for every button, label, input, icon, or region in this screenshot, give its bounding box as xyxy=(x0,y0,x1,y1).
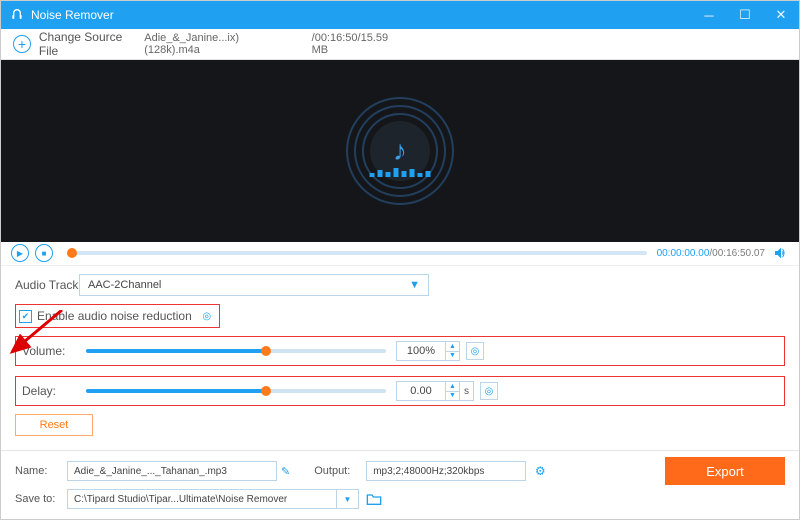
app-logo-icon xyxy=(9,7,25,23)
settings-panel: Audio Track AAC-2Channel▼ ✔ Enable audio… xyxy=(1,266,799,450)
edit-name-icon[interactable]: ✎ xyxy=(281,465,290,478)
name-field: Adie_&_Janine_..._Tahanan_.mp3 xyxy=(67,461,277,481)
source-info: /00:16:50/15.59 MB xyxy=(312,32,407,56)
bottom-panel: Name: Adie_&_Janine_..._Tahanan_.mp3 ✎ O… xyxy=(1,450,799,519)
reset-button[interactable]: Reset xyxy=(15,414,93,436)
delay-apply-icon[interactable]: ◎ xyxy=(480,382,498,400)
chevron-down-icon: ▼ xyxy=(409,279,420,291)
delay-label: Delay: xyxy=(22,384,86,398)
volume-icon[interactable] xyxy=(773,245,789,261)
source-filename: Adie_&_Janine...ix)(128k).m4a xyxy=(144,32,293,56)
change-source-button[interactable]: Change Source File xyxy=(39,30,144,58)
stop-button[interactable]: ■ xyxy=(35,244,53,262)
delay-slider[interactable] xyxy=(86,389,386,393)
delay-unit: s xyxy=(460,381,474,401)
output-field: mp3;2;48000Hz;320kbps xyxy=(366,461,526,481)
saveto-dropdown[interactable]: ▼ xyxy=(337,489,359,509)
delay-stepper[interactable]: ▲▼ xyxy=(446,381,460,401)
audio-visual-icon: ♪ xyxy=(346,97,454,205)
player-bar: ▶ ■ 00:00:00.00/00:16:50.07 xyxy=(1,242,799,266)
window-title: Noise Remover xyxy=(31,8,114,22)
open-folder-icon[interactable] xyxy=(365,491,383,507)
preview-stage: ♪ xyxy=(1,60,799,241)
change-source-icon[interactable]: + xyxy=(13,35,31,53)
equalizer-icon xyxy=(370,168,431,177)
close-button[interactable]: ✕ xyxy=(763,1,799,29)
volume-stepper[interactable]: ▲▼ xyxy=(446,341,460,361)
volume-apply-icon[interactable]: ◎ xyxy=(466,342,484,360)
play-button[interactable]: ▶ xyxy=(11,244,29,262)
window: Noise Remover ─ ☐ ✕ + Change Source File… xyxy=(0,0,800,520)
seek-slider[interactable] xyxy=(69,251,647,255)
noise-reduction-checkbox[interactable]: ✔ xyxy=(19,310,32,323)
volume-row: Volume: 100% ▲▼ ◎ xyxy=(15,336,785,366)
volume-value: 100% xyxy=(396,341,446,361)
maximize-button[interactable]: ☐ xyxy=(727,1,763,29)
noise-reduction-label: Enable audio noise reduction xyxy=(37,309,192,323)
volume-slider[interactable] xyxy=(86,349,386,353)
name-label: Name: xyxy=(15,465,67,477)
saveto-label: Save to: xyxy=(15,493,67,505)
playback-time: 00:00:00.00/00:16:50.07 xyxy=(657,248,765,259)
source-bar: + Change Source File Adie_&_Janine...ix)… xyxy=(1,29,799,60)
noise-reduction-settings-icon[interactable]: ◎ xyxy=(198,307,216,325)
delay-value: 0.00 xyxy=(396,381,446,401)
audio-track-label: Audio Track xyxy=(15,278,79,292)
titlebar: Noise Remover ─ ☐ ✕ xyxy=(1,1,799,29)
output-label: Output: xyxy=(314,465,366,477)
audio-track-select[interactable]: AAC-2Channel▼ xyxy=(79,274,429,296)
delay-row: Delay: 0.00 ▲▼ s ◎ xyxy=(15,376,785,406)
saveto-field: C:\Tipard Studio\Tipar...Ultimate\Noise … xyxy=(67,489,337,509)
export-button[interactable]: Export xyxy=(665,457,785,485)
volume-label: Volume: xyxy=(22,344,86,358)
minimize-button[interactable]: ─ xyxy=(691,1,727,29)
output-settings-icon[interactable]: ⚙ xyxy=(532,463,548,479)
